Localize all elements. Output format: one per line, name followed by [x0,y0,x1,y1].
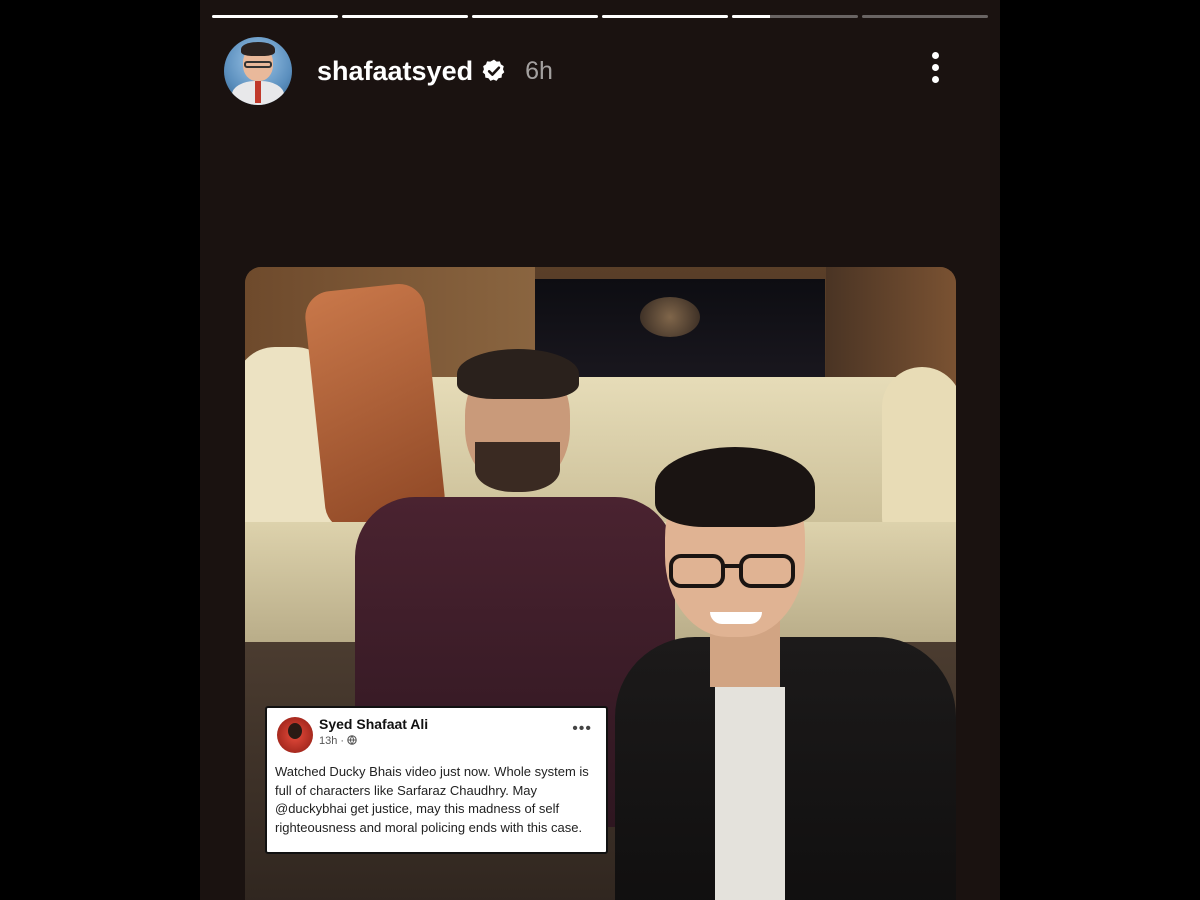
verified-badge-icon [482,59,505,81]
post-more-icon[interactable]: ••• [572,720,592,738]
username[interactable]: shafaatsyed [317,56,473,87]
separator: · [340,735,348,747]
story-progress-bar [212,15,988,18]
post-author-name: Syed Shafaat Ali [319,716,429,732]
more-options-icon[interactable] [930,52,940,90]
progress-segment [602,15,728,18]
person-smiling [615,447,956,900]
story-header: shafaatsyed 6h [224,36,976,106]
post-timestamp: 13h [319,735,338,747]
progress-segment [212,15,338,18]
progress-segment [342,15,468,18]
post-text: Watched Ducky Bhais video just now. Whol… [275,764,589,835]
globe-icon [347,735,357,745]
post-author-avatar [277,717,313,753]
post-meta: 13h · [319,735,357,747]
post-time: 6h [525,56,553,85]
profile-avatar[interactable] [224,37,292,105]
progress-segment [472,15,598,18]
progress-segment [732,15,858,18]
story-viewer[interactable]: shafaatsyed 6h Syed Shafaat Ali 13h · ••… [200,0,1000,900]
facebook-post-card: Syed Shafaat Ali 13h · ••• Watched Ducky… [265,706,608,854]
progress-segment [862,15,988,18]
story-image: Syed Shafaat Ali 13h · ••• Watched Ducky… [245,267,956,900]
